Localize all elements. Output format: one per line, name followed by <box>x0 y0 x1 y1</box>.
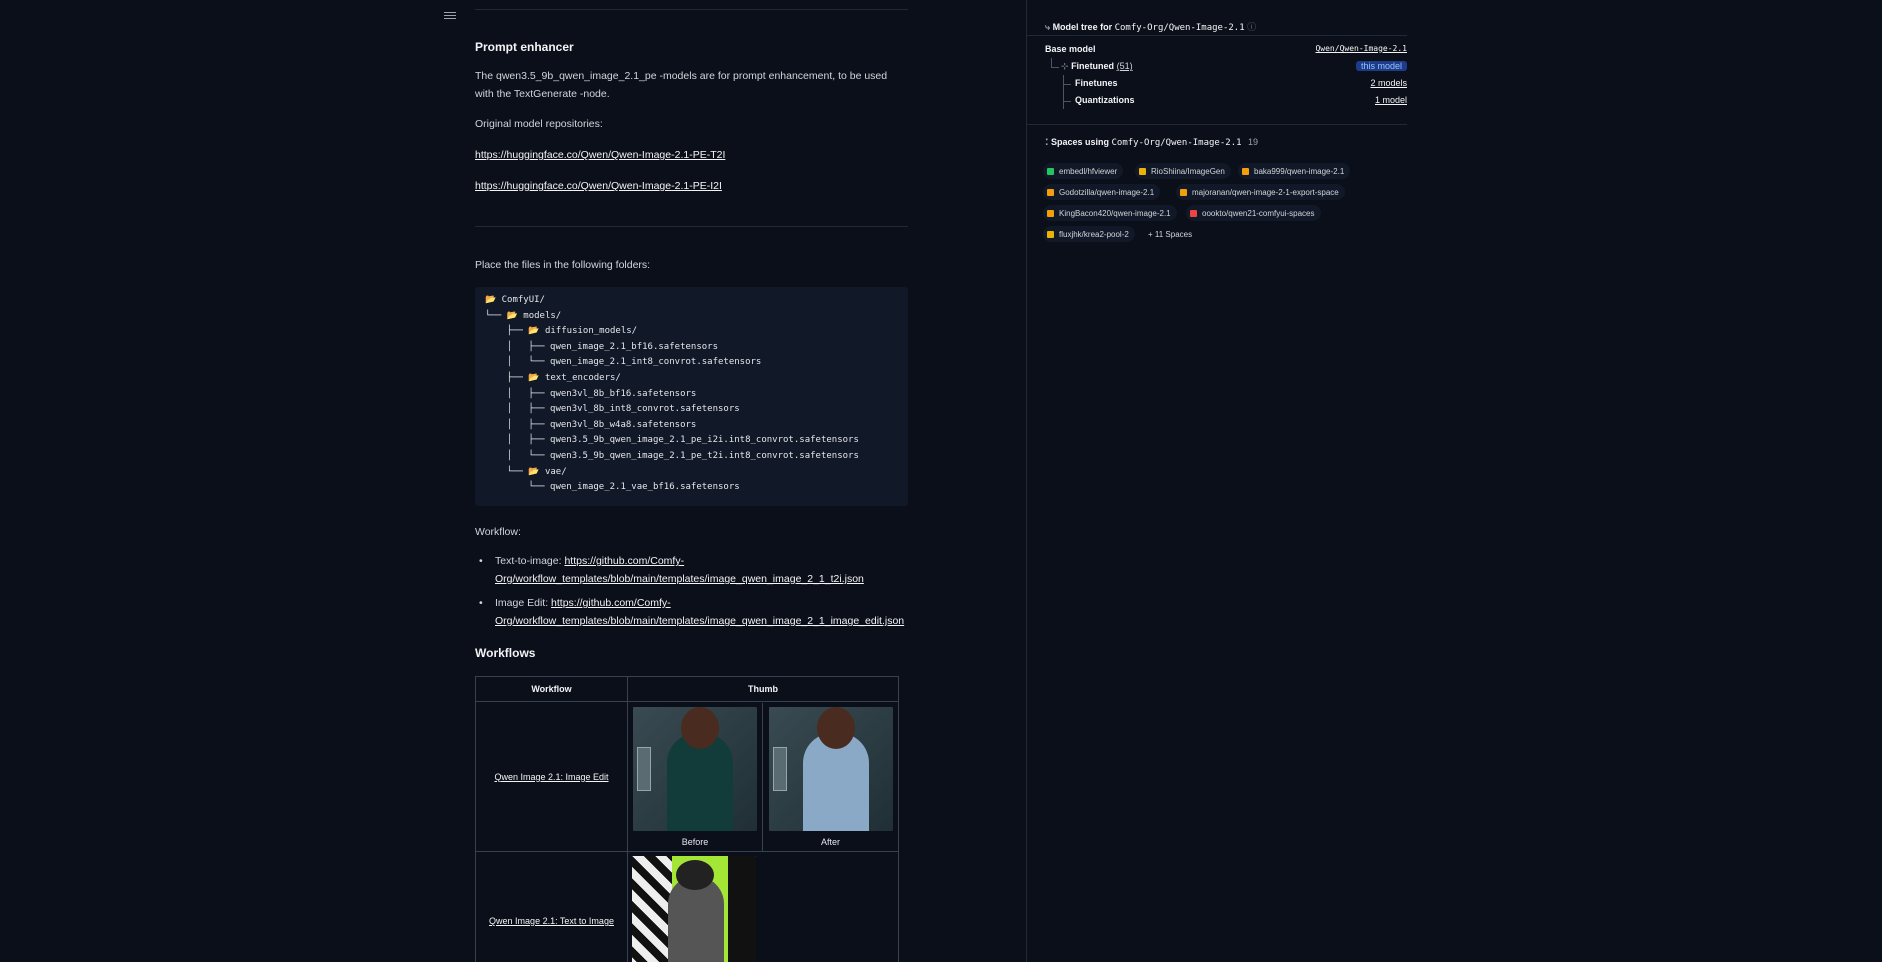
code-line: └── qwen_image_2.1_vae_bf16.safetensors <box>485 482 740 493</box>
space-pill[interactable]: baka999/qwen-image-2.1 <box>1238 163 1351 179</box>
quantizations-link[interactable]: 1 model <box>1375 95 1407 105</box>
folder-structure-code-block: 📂 ComfyUI/ └── 📂 models/ ├── 📂 diffusion_… <box>475 287 908 506</box>
prompt-enhancer-heading: Prompt enhancer <box>475 40 574 54</box>
finetune-icon: ⊹ <box>1061 61 1069 71</box>
quantizations-row[interactable]: Quantizations 1 model <box>1075 95 1407 109</box>
repo-link-i2i[interactable]: https://huggingface.co/Qwen/Qwen-Image-2… <box>475 180 722 192</box>
code-line: ├── 📂 text_encoders/ <box>485 372 621 383</box>
prompt-enhancer-text: The qwen3.5_9b_qwen_image_2.1_pe -models… <box>475 70 888 100</box>
space-pill[interactable]: Godotzilla/qwen-image-2.1 <box>1043 184 1161 200</box>
space-icon <box>1047 188 1054 196</box>
divider <box>475 226 908 227</box>
finetuned-row: ⊹ Finetuned (51) this model <box>1061 61 1407 75</box>
this-model-badge: this model <box>1355 61 1407 71</box>
after-image <box>768 706 893 831</box>
code-line: └── 📂 models/ <box>485 310 562 321</box>
thumb-before: Before <box>628 702 763 851</box>
page: Prompt enhancer The qwen3.5_9b_qwen_imag… <box>0 0 1882 962</box>
space-icon <box>1242 167 1249 175</box>
code-line: 📂 ComfyUI/ <box>485 295 545 305</box>
model-tree-title: ⤷ Model tree for Comfy-Org/Qwen-Image-2.… <box>1045 22 1257 33</box>
space-pill[interactable]: RioShiina/ImageGen <box>1135 163 1231 179</box>
code-line: │ ├── qwen3vl_8b_int8_convrot.safetensor… <box>485 404 740 415</box>
workflows-heading: Workflows <box>475 646 536 660</box>
spaces-icon: ⁚ <box>1045 137 1049 147</box>
space-pill[interactable]: fluxjhk/krea2-pool-2 <box>1043 226 1135 242</box>
table-header-workflow: Workflow <box>475 676 628 702</box>
more-spaces-button[interactable]: + 11 Spaces <box>1144 226 1198 242</box>
table-row: Qwen Image 2.1: Text to Image <box>475 851 899 962</box>
base-model-link[interactable]: Qwen/Qwen-Image-2.1 <box>1315 44 1407 53</box>
code-line: │ ├── qwen_image_2.1_bf16.safetensors <box>485 341 718 352</box>
space-pill[interactable]: majoranan/qwen-image-2-1-export-space <box>1176 184 1345 200</box>
before-image <box>633 706 757 831</box>
space-icon <box>1047 209 1054 217</box>
code-line: │ ├── qwen3vl_8b_w4a8.safetensors <box>485 419 697 430</box>
workflow-link-edit[interactable]: https://github.com/Comfy- Org/workflow_te… <box>495 597 904 627</box>
info-icon[interactable]: ⓘ <box>1247 22 1256 32</box>
space-icon <box>1047 230 1054 238</box>
workflow-prefix: Text-to-image: <box>495 555 565 567</box>
thumb-caption-before: Before <box>681 836 709 847</box>
space-icon <box>1180 188 1187 196</box>
space-icon <box>1139 167 1146 175</box>
space-icon <box>1190 209 1197 217</box>
workflow-image-edit-link[interactable]: Qwen Image 2.1: Image Edit <box>494 772 608 782</box>
list-item: • Text-to-image: https://github.com/Comfy… <box>479 555 864 585</box>
table-of-contents-icon[interactable] <box>444 12 456 22</box>
code-line: │ ├── qwen3vl_8b_bf16.safetensors <box>485 388 697 399</box>
divider <box>475 9 908 10</box>
workflow-list: • Text-to-image: https://github.com/Comfy… <box>475 552 908 630</box>
space-pill[interactable]: embedl/hfviewer <box>1043 163 1124 179</box>
space-pill[interactable]: oookto/qwen21-comfyui-spaces <box>1186 205 1321 221</box>
space-icon <box>1047 167 1054 175</box>
text-to-image-thumb <box>632 856 756 962</box>
base-model-row: Base model Qwen/Qwen-Image-2.1 <box>1045 44 1407 54</box>
repo-link-t2i[interactable]: https://huggingface.co/Qwen/Qwen-Image-2… <box>475 149 725 161</box>
code-line: │ └── qwen_image_2.1_int8_convrot.safete… <box>485 357 762 368</box>
workflow-label: Workflow: <box>475 526 521 538</box>
finetunes-link[interactable]: 2 models <box>1370 78 1407 88</box>
original-repos-label: Original model repositories: <box>475 118 603 130</box>
model-card-content: Prompt enhancer The qwen3.5_9b_qwen_imag… <box>475 0 908 962</box>
thumb-after: After <box>763 703 898 851</box>
code-line: └── 📂 vae/ <box>485 466 567 477</box>
place-files-label: Place the files in the following folders… <box>475 259 651 271</box>
model-tree-icon: ⤷ <box>1045 22 1051 32</box>
space-pill[interactable]: KingBacon420/qwen-image-2.1 <box>1043 205 1177 221</box>
thumb-caption-after: After <box>820 836 840 847</box>
table-header-thumb: Thumb <box>627 676 899 702</box>
list-item: • Image Edit: https://github.com/Comfy- Or… <box>479 597 905 627</box>
table-row: Qwen Image 2.1: Image Edit Before After <box>475 701 899 852</box>
spaces-title: ⁚ Spaces using Comfy-Org/Qwen-Image-2.1 … <box>1045 137 1259 148</box>
workflow-prefix: Image Edit: <box>495 597 552 609</box>
workflows-table: Workflow Thumb Qwen Image 2.1: Image Edi… <box>475 676 899 962</box>
code-line: │ ├── qwen3.5_9b_qwen_image_2.1_pe_i2i.i… <box>485 435 859 446</box>
code-line: │ └── qwen3.5_9b_qwen_image_2.1_pe_t2i.i… <box>485 450 859 461</box>
sidebar-divider <box>1026 0 1027 962</box>
workflow-text-to-image-link[interactable]: Qwen Image 2.1: Text to Image <box>489 916 614 926</box>
finetunes-row[interactable]: Finetunes 2 models <box>1075 78 1407 92</box>
code-line: ├── 📂 diffusion_models/ <box>485 326 638 337</box>
